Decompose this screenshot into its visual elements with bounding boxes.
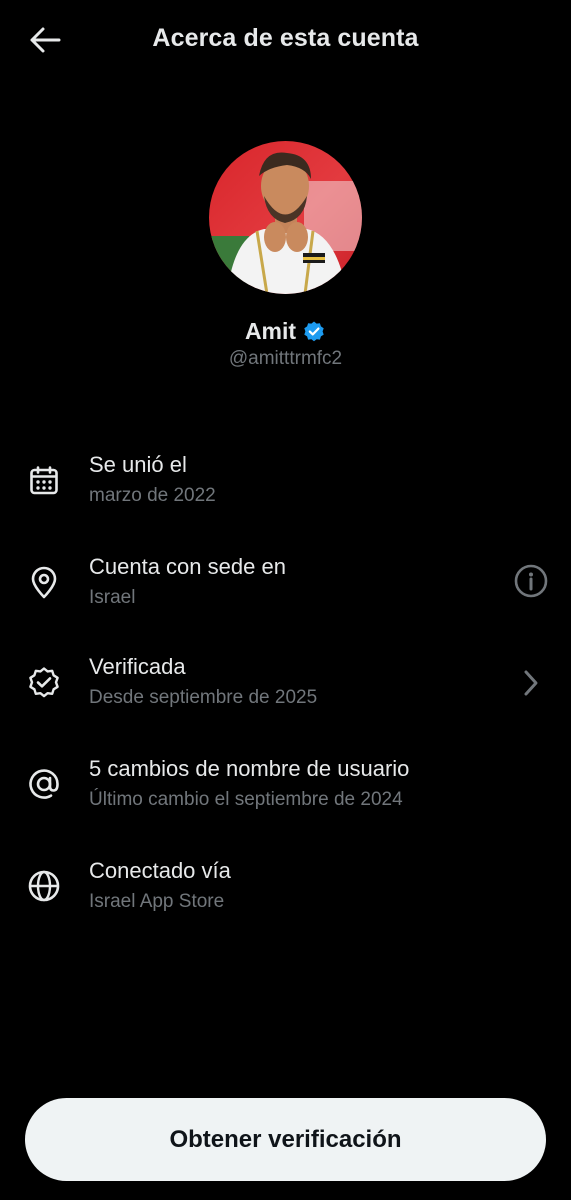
info-row-connected-via: Conectado vía Israel App Store: [0, 855, 571, 945]
name-row: Amit: [0, 318, 571, 345]
based-in-label: Cuenta con sede en: [89, 554, 286, 579]
about-account-screen: Acerca de esta cuenta Amit @amitttrmfc2 …: [0, 0, 571, 1200]
calendar-icon: [26, 463, 62, 499]
page-title: Acerca de esta cuenta: [152, 24, 419, 52]
avatar[interactable]: [209, 141, 362, 294]
username-changes-label: 5 cambios de nombre de usuario: [89, 756, 410, 781]
based-in-value: Israel: [89, 587, 136, 608]
verified-label: Verificada: [89, 654, 186, 679]
username-changes-value: Último cambio el septiembre de 2024: [89, 789, 403, 810]
info-button[interactable]: [511, 561, 551, 601]
location-pin-icon: [26, 565, 62, 601]
info-row-username-changes: 5 cambios de nombre de usuario Último ca…: [0, 753, 571, 843]
verified-value: Desde septiembre de 2025: [89, 687, 318, 708]
info-row-joined: Se unió el marzo de 2022: [0, 447, 571, 537]
joined-value: marzo de 2022: [89, 485, 216, 506]
info-row-verified[interactable]: Verificada Desde septiembre de 2025: [0, 651, 571, 741]
chevron-right-icon: [524, 670, 538, 696]
profile-photo: [209, 141, 362, 294]
username-handle: @amitttrmfc2: [228, 348, 343, 369]
at-sign-icon: [26, 766, 62, 802]
chevron-button[interactable]: [511, 663, 551, 703]
globe-icon: [26, 868, 62, 904]
joined-label: Se unió el: [89, 452, 187, 477]
connected-via-label: Conectado vía: [89, 858, 231, 883]
connected-via-value: Israel App Store: [89, 891, 225, 912]
verified-badge-icon: [26, 665, 62, 701]
info-row-location: Cuenta con sede en Israel: [0, 549, 571, 639]
display-name: Amit: [244, 318, 297, 344]
info-circle-icon: [514, 564, 548, 598]
verified-badge-icon: [304, 321, 324, 341]
get-verified-button[interactable]: Obtener verificación: [25, 1098, 546, 1181]
